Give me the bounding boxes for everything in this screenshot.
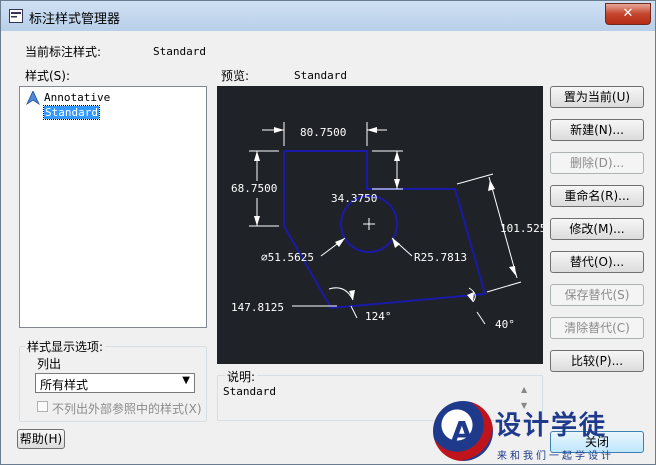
chevron-down-icon: ▼ [182, 375, 190, 386]
preview-style-name: Standard [294, 69, 347, 82]
watermark-letter: A [451, 415, 473, 448]
modify-style-button[interactable]: 修改(M)... [550, 218, 644, 240]
dim-radius-value: R25.7813 [414, 251, 467, 264]
description-text: Standard [223, 385, 276, 398]
current-style-value: Standard [153, 45, 206, 58]
clear-override-button[interactable]: 清除替代(C) [550, 317, 644, 339]
display-options-title: 样式显示选项: [25, 338, 106, 355]
delete-style-button[interactable]: 删除(D)... [550, 152, 644, 174]
style-preview-panel: 80.7500 68.7500 34.3750 101.5251 ∅51.562… [217, 86, 553, 364]
scroll-up-icon[interactable]: ▲ [521, 385, 527, 394]
styles-list[interactable]: Annotative Standard [19, 86, 207, 328]
exclude-xref-label: 不列出外部参照中的样式(X) [52, 402, 202, 416]
styles-label: 样式(S): [25, 69, 71, 83]
rename-style-button[interactable]: 重命名(R)... [550, 185, 644, 207]
app-icon [9, 9, 23, 23]
override-style-button[interactable]: 替代(O)... [550, 251, 644, 273]
list-label: 列出 [37, 357, 62, 371]
current-style-label: 当前标注样式: [25, 45, 102, 59]
list-filter-value: 所有样式 [40, 378, 89, 392]
preview-label: 预览: [221, 69, 250, 83]
dim-angle-right: 40° [495, 318, 515, 331]
dim-bottom-value: 147.8125 [231, 301, 284, 314]
dim-angle-bottom: 124° [365, 310, 392, 323]
title-bar[interactable]: 标注样式管理器 ✕ [1, 1, 655, 31]
save-override-button[interactable]: 保存替代(S) [550, 284, 644, 306]
preview-drawing: 80.7500 68.7500 34.3750 101.5251 ∅51.562… [231, 122, 553, 331]
dim-top-value: 80.7500 [300, 126, 346, 139]
watermark-text: 设计学徒 [495, 411, 608, 441]
dim-diameter-value: ∅51.5625 [261, 251, 314, 264]
dim-right-value: 101.5251 [500, 222, 543, 235]
dim-arrowheads [254, 127, 516, 302]
watermark-subtitle: 来和我们一起学设计 [497, 451, 614, 462]
preview-shape [283, 150, 487, 310]
exclude-xref-checkbox[interactable] [37, 401, 48, 412]
style-item-standard[interactable]: Standard [43, 105, 100, 120]
description-label: 说明: [225, 368, 258, 385]
style-item-annotative[interactable]: Annotative [44, 91, 110, 104]
dim-left-value: 68.7500 [231, 182, 277, 195]
annotative-icon [26, 91, 40, 105]
dim-inner-value: 34.3750 [331, 192, 377, 205]
compare-button[interactable]: 比较(P)... [550, 350, 644, 372]
window-title: 标注样式管理器 [29, 12, 121, 27]
window-close-button[interactable]: ✕ [605, 3, 651, 25]
set-current-button[interactable]: 置为当前(U) [550, 86, 644, 108]
help-button[interactable]: 帮助(H) [17, 429, 65, 449]
new-style-button[interactable]: 新建(N)... [550, 119, 644, 141]
list-filter-select[interactable]: 所有样式 ▼ [35, 373, 195, 393]
dimension-style-manager-dialog: 标注样式管理器 ✕ 当前标注样式: Standard 样式(S): Annota… [0, 0, 656, 465]
